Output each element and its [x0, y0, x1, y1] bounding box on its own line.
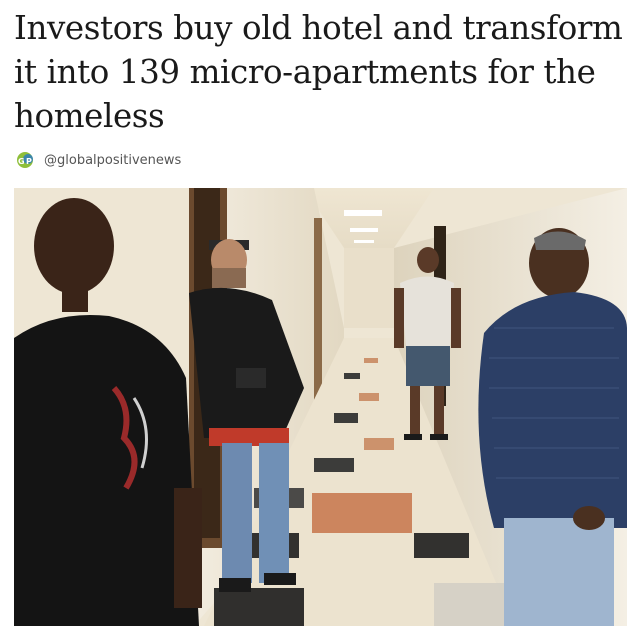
- article-photo: [14, 188, 627, 626]
- headline-line-3: homeless: [14, 97, 165, 135]
- headline-line-2: it into 139 micro-apartments for the: [14, 53, 596, 91]
- svg-text:P: P: [26, 157, 32, 166]
- hallway-illustration: [14, 188, 627, 626]
- svg-text:G: G: [18, 157, 25, 166]
- source-attribution[interactable]: G P @globalpositivenews: [16, 151, 181, 169]
- article-headline: Investors buy old hotel and transform it…: [14, 6, 630, 138]
- source-handle[interactable]: @globalpositivenews: [44, 153, 181, 168]
- gp-logo-icon: G P: [16, 151, 36, 169]
- headline-line-1: Investors buy old hotel and transform: [14, 9, 623, 47]
